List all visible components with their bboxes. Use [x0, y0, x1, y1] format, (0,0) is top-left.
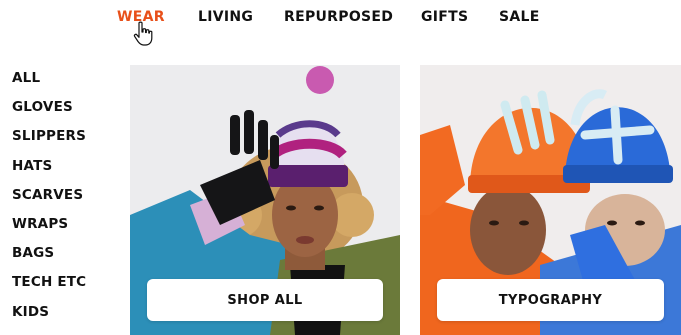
top-navigation: WEAR LIVING REPURPOSED GIFTS SALE	[0, 0, 681, 40]
sidebar-item-scarves[interactable]: SCARVES	[12, 185, 86, 214]
sidebar-item-gloves[interactable]: GLOVES	[12, 97, 86, 126]
nav-repurposed[interactable]: REPURPOSED	[284, 9, 393, 25]
sidebar-item-bags[interactable]: BAGS	[12, 243, 86, 272]
sidebar-item-tech-etc[interactable]: TECH ETC	[12, 272, 86, 301]
sidebar-item-all[interactable]: ALL	[12, 68, 86, 97]
tile-typography[interactable]: TYPOGRAPHY	[420, 65, 681, 335]
shop-all-button[interactable]: SHOP ALL	[147, 279, 383, 321]
nav-gifts[interactable]: GIFTS	[421, 9, 468, 25]
sidebar-item-wraps[interactable]: WRAPS	[12, 214, 86, 243]
hand-pointer-icon	[133, 21, 153, 46]
tile-shop-all[interactable]: SHOP ALL	[130, 65, 400, 335]
sidebar-item-slippers[interactable]: SLIPPERS	[12, 126, 86, 155]
typography-button[interactable]: TYPOGRAPHY	[437, 279, 664, 321]
nav-living[interactable]: LIVING	[198, 9, 253, 25]
sidebar-item-hats[interactable]: HATS	[12, 156, 86, 185]
category-sidebar: ALL GLOVES SLIPPERS HATS SCARVES WRAPS B…	[12, 68, 86, 331]
nav-sale[interactable]: SALE	[499, 9, 540, 25]
sidebar-item-kids[interactable]: KIDS	[12, 302, 86, 331]
